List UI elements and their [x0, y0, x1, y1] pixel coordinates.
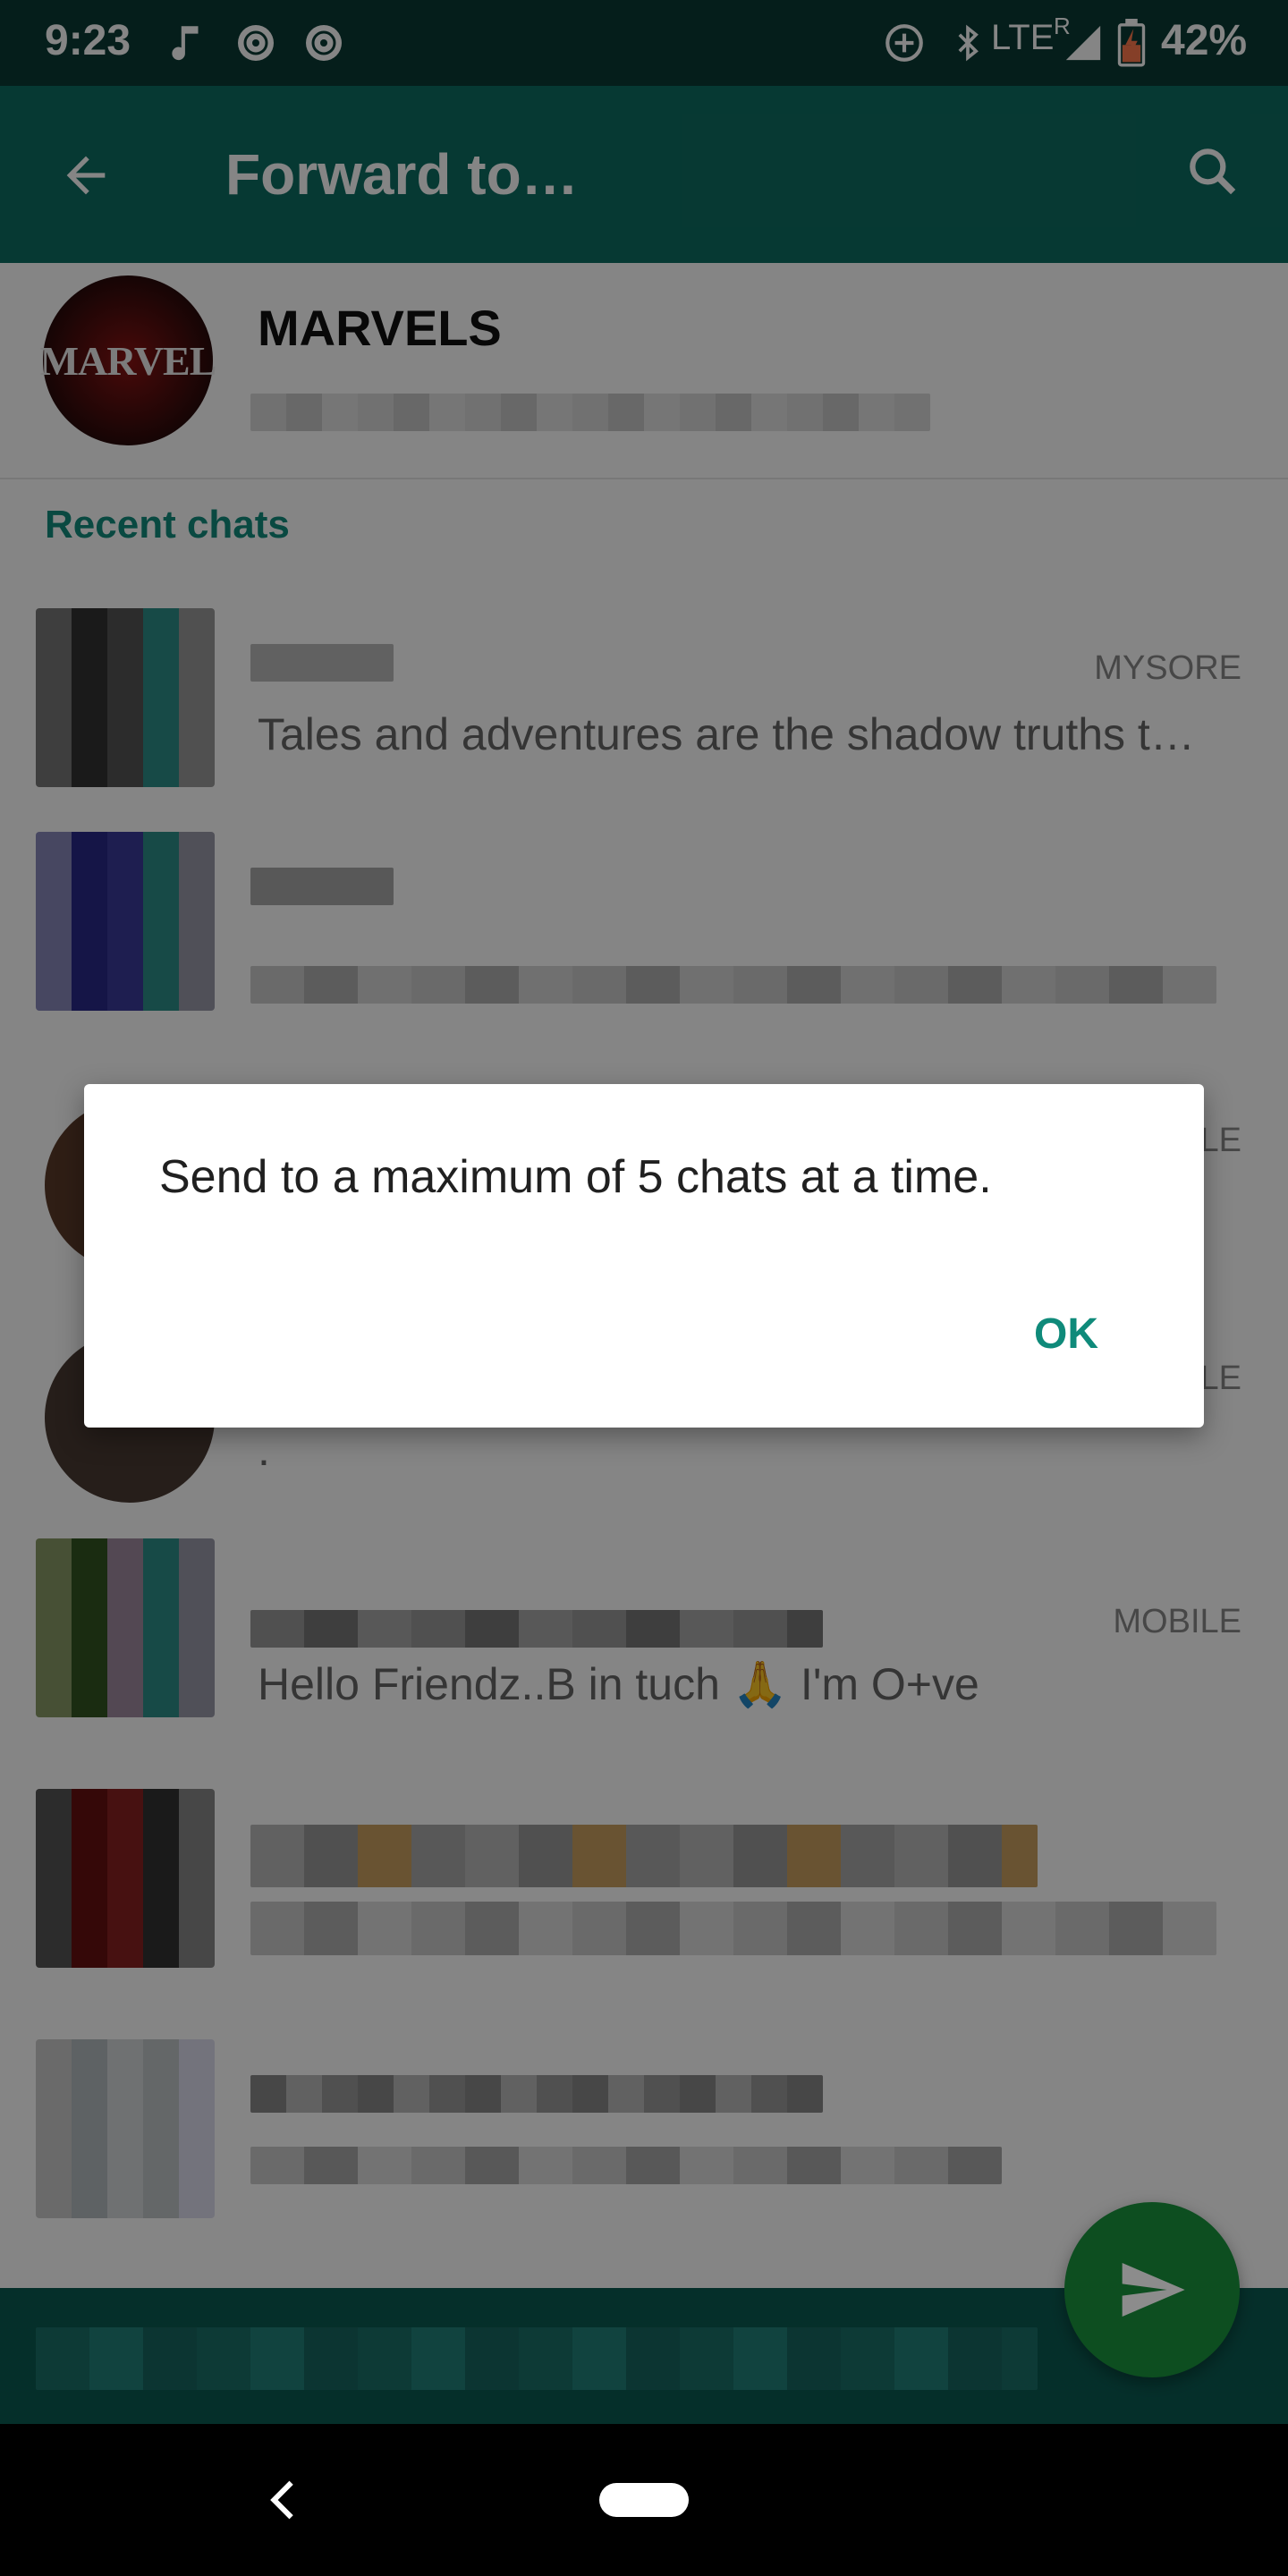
- send-button[interactable]: [1064, 2202, 1240, 2377]
- dialog-message: Send to a maximum of 5 chats at a time.: [159, 1151, 992, 1203]
- home-pill-icon[interactable]: [599, 2483, 689, 2517]
- back-chevron-icon: [270, 2480, 293, 2520]
- navigation-bar: [0, 2424, 1288, 2576]
- send-icon: [1122, 2263, 1185, 2317]
- nav-back-button[interactable]: [258, 2469, 308, 2531]
- ok-button[interactable]: OK: [1034, 1309, 1098, 1359]
- alert-dialog: Send to a maximum of 5 chats at a time. …: [84, 1084, 1204, 1428]
